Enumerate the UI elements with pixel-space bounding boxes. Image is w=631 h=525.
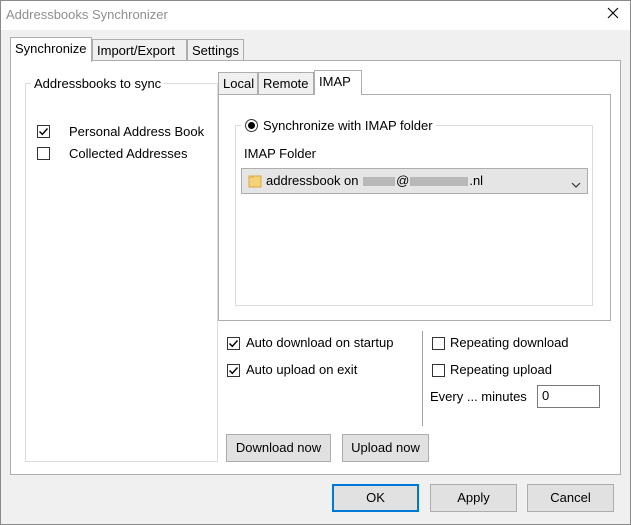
sync-imap-radio[interactable] — [245, 119, 258, 132]
download-now-button[interactable]: Download now — [226, 434, 331, 462]
tab-label: IMAP — [319, 74, 351, 89]
sync-imap-label: Synchronize with IMAP folder — [263, 118, 433, 133]
addressbooks-group — [25, 83, 218, 462]
ok-button[interactable]: OK — [332, 484, 419, 512]
options-separator — [422, 331, 423, 426]
auto-upload-label: Auto upload on exit — [246, 362, 358, 377]
redacted-user — [363, 177, 396, 187]
addressbooks-legend: Addressbooks to sync — [31, 76, 165, 91]
cancel-label: Cancel — [550, 490, 591, 505]
tab-imap[interactable]: IMAP — [314, 70, 362, 95]
repeating-upload-checkbox[interactable] — [432, 364, 445, 377]
repeating-download-label: Repeating download — [450, 335, 569, 350]
apply-label: Apply — [457, 490, 490, 505]
every-minutes-value: 0 — [542, 388, 550, 403]
auto-download-checkbox[interactable] — [227, 337, 240, 350]
collected-addresses-checkbox[interactable] — [37, 147, 50, 160]
repeating-upload-label: Repeating upload — [450, 362, 552, 377]
imap-folder-value-suffix: .nl — [469, 173, 484, 188]
cancel-button[interactable]: Cancel — [527, 484, 614, 512]
redacted-domain — [410, 177, 469, 187]
radio-dot — [248, 122, 255, 129]
dialog-window: Addressbooks Synchronizer Synchronize Im… — [0, 0, 631, 525]
auto-upload-checkbox[interactable] — [227, 364, 240, 377]
every-minutes-input[interactable]: 0 — [537, 385, 600, 408]
imap-folder-value-prefix: addressbook on — [266, 173, 363, 188]
upload-now-label: Upload now — [351, 440, 420, 455]
tab-settings[interactable]: Settings — [187, 39, 244, 61]
chevron-down-icon — [571, 177, 581, 192]
tab-label: Import/Export — [97, 43, 176, 58]
download-now-label: Download now — [235, 440, 322, 455]
tab-local[interactable]: Local — [218, 72, 258, 94]
every-minutes-label: Every ... minutes — [430, 389, 527, 404]
ok-label: OK — [366, 490, 385, 505]
tab-label: Local — [223, 76, 255, 91]
tab-remote[interactable]: Remote — [258, 72, 314, 94]
close-icon[interactable] — [606, 6, 620, 20]
imap-group-legend: Synchronize with IMAP folder — [241, 118, 436, 133]
tab-synchronize[interactable]: Synchronize — [10, 37, 92, 62]
personal-address-book-checkbox[interactable] — [37, 125, 50, 138]
tab-label: Remote — [263, 76, 309, 91]
window-title: Addressbooks Synchronizer — [6, 7, 168, 22]
title-bar[interactable]: Addressbooks Synchronizer — [1, 1, 630, 30]
personal-address-book-label: Personal Address Book — [69, 124, 205, 139]
imap-panel: Synchronize with IMAP folder IMAP Folder… — [218, 94, 611, 321]
tab-label: Settings — [192, 43, 239, 58]
auto-download-label: Auto download on startup — [246, 335, 394, 350]
imap-folder-label: IMAP Folder — [244, 146, 317, 161]
tab-import-export[interactable]: Import/Export — [92, 39, 187, 61]
tab-label: Synchronize — [15, 41, 87, 56]
imap-folder-select[interactable]: addressbook on @ .nl — [241, 168, 588, 194]
collected-addresses-label: Collected Addresses — [69, 146, 188, 161]
upload-now-button[interactable]: Upload now — [342, 434, 429, 462]
folder-icon — [248, 174, 262, 191]
repeating-download-checkbox[interactable] — [432, 337, 445, 350]
imap-folder-value-at: @ — [396, 173, 410, 188]
imap-folder-value: addressbook on @ .nl — [266, 173, 483, 188]
synchronize-panel: Addressbooks to sync Personal Address Bo… — [10, 60, 621, 475]
apply-button[interactable]: Apply — [430, 484, 517, 512]
